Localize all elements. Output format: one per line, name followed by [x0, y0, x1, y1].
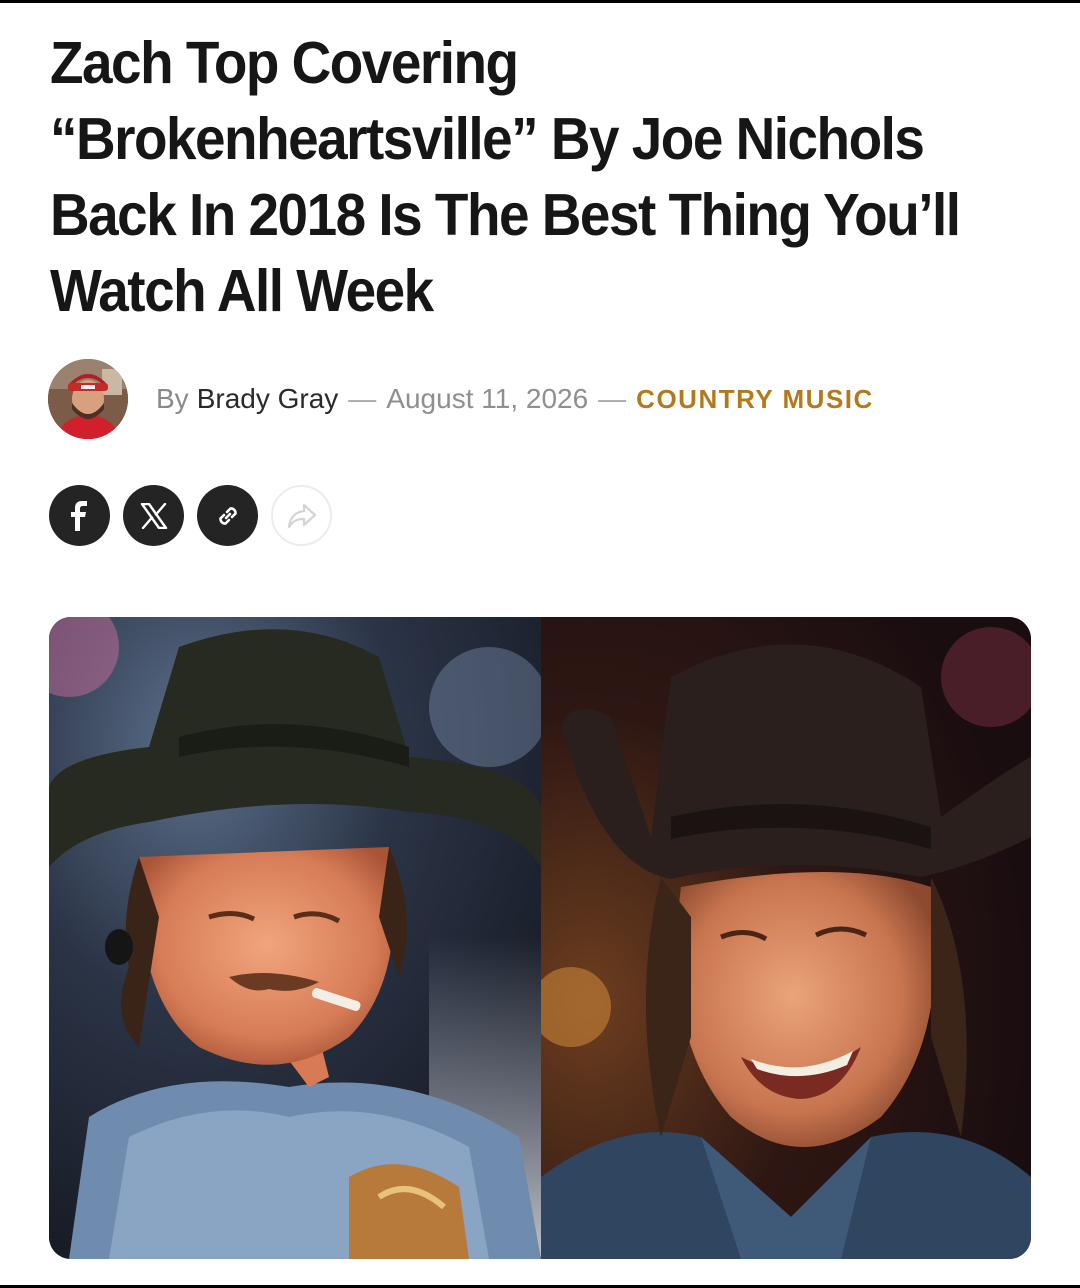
author-name-link[interactable]: Brady Gray [197, 383, 339, 415]
publish-date: August 11, 2026 [386, 383, 589, 414]
hero-photo-left [49, 617, 541, 1259]
author-avatar[interactable] [48, 359, 128, 439]
x-share-button[interactable] [123, 485, 184, 546]
article-hero-image[interactable] [49, 617, 1031, 1259]
facebook-icon [70, 500, 87, 531]
category-link[interactable]: COUNTRY MUSIC [636, 384, 874, 415]
article-byline: By Brady Gray — August 11, 2026 — COUNTR… [48, 358, 1038, 440]
share-arrow-icon [287, 503, 316, 528]
article-page: Zach Top Covering “Brokenheartsville” By… [0, 3, 1080, 1285]
copy-link-button[interactable] [197, 485, 258, 546]
byline-prefix: By [156, 383, 189, 414]
link-icon [218, 506, 237, 525]
byline-separator: — [598, 383, 627, 414]
share-button[interactable] [271, 485, 332, 546]
byline-separator: — [348, 383, 377, 414]
share-buttons [49, 485, 332, 546]
x-icon [140, 502, 167, 529]
facebook-share-button[interactable] [49, 485, 110, 546]
article-headline: Zach Top Covering “Brokenheartsville” By… [50, 30, 961, 324]
hero-photo-right [541, 617, 1031, 1259]
